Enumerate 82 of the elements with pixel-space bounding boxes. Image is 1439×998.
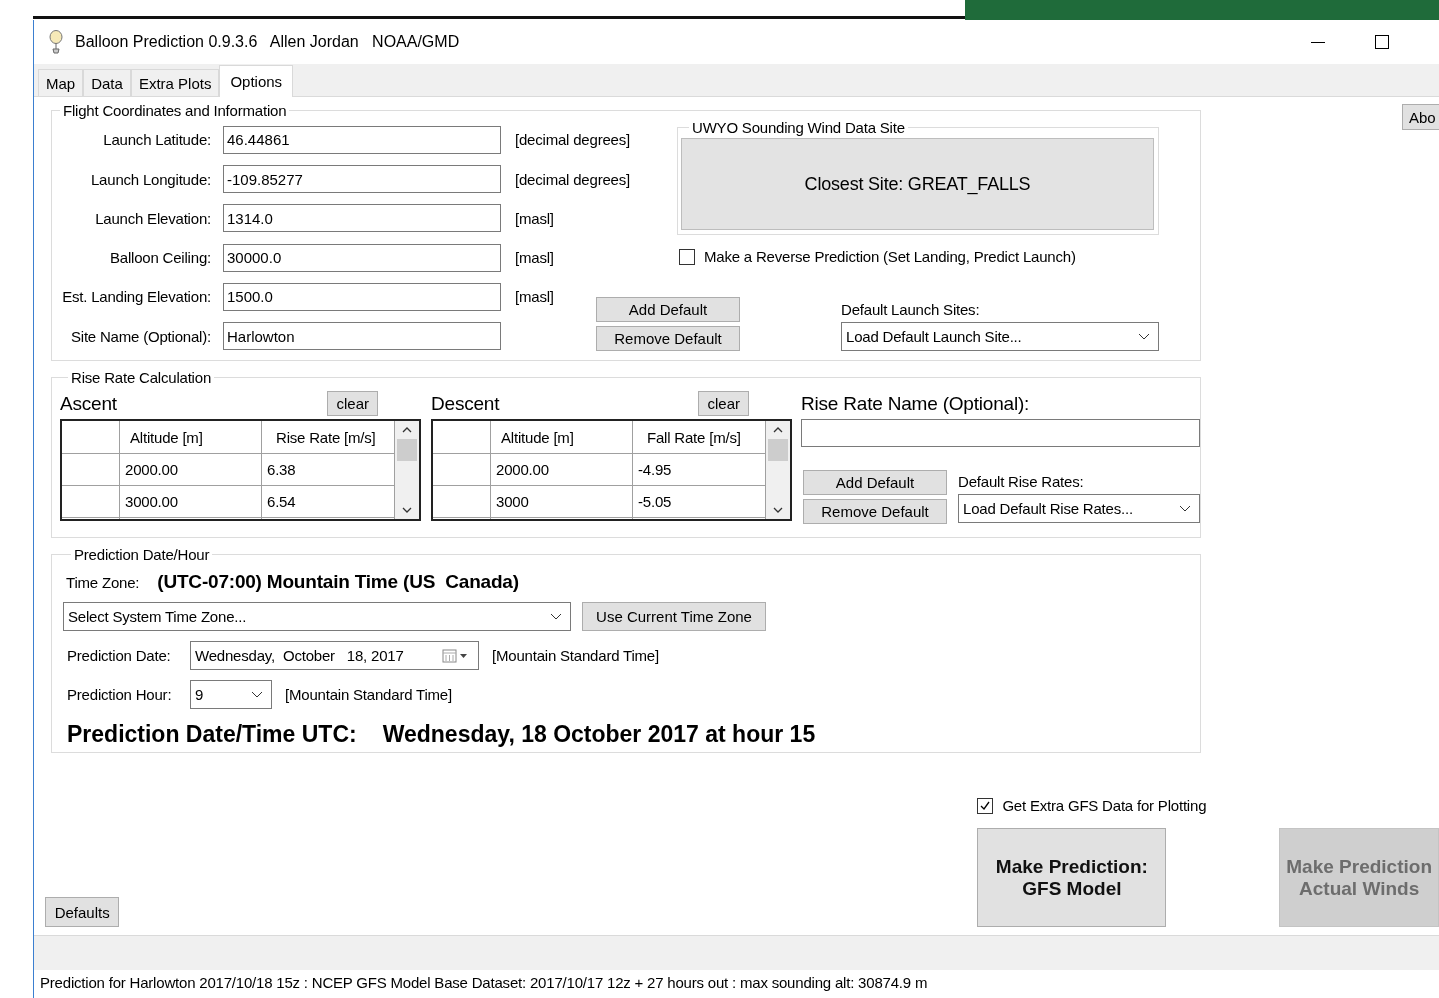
chevron-down-icon[interactable] [402,507,412,514]
maximize-icon[interactable] [1375,35,1389,49]
calendar-icon[interactable] [442,648,470,663]
column-header[interactable]: Altitude [m] [120,421,262,453]
table-cell[interactable]: 2000.00 [491,454,633,485]
field-label: Balloon Ceiling: [108,249,212,267]
status-text: Prediction for Harlowton 2017/10/18 15z : NCEP GFS Model Base Dataset: 2017/10/17 12z + 27 hours out : max sounding alt: 30874.9 m [39,973,929,992]
clear-button[interactable]: clear [327,391,378,416]
closest-site-label: Closest Site: GREAT_FALLS [681,138,1154,230]
table-title: Ascent [60,392,117,415]
dropdown[interactable]: Load Default Launch Site... [841,322,1159,351]
field-label: Prediction Date: [67,647,172,664]
field-label: Launch Longitude: [89,170,212,188]
use-current-time-zone-button[interactable]: Use Current Time Zone [582,602,766,631]
unit-label: [decimal degrees] [514,131,631,149]
tab[interactable]: Options [219,65,294,97]
dropdown[interactable]: 9 [190,680,272,709]
chevron-down-icon [550,612,562,621]
add-default-button[interactable]: Add Default [803,470,947,495]
remove-default-button[interactable]: Remove Default [803,499,947,524]
make-prediction-button[interactable]: Make Prediction: GFS Model [977,828,1167,927]
about-button[interactable]: Abo [1402,104,1439,130]
tab[interactable]: Data [83,69,131,96]
unit-label: [masl] [514,249,555,267]
scroll-thumb[interactable] [768,439,788,461]
chevron-down-icon [251,690,263,699]
input-field[interactable]: 1500.0 [223,282,501,311]
date-picker[interactable]: Wednesday, October 18, 2017 [190,641,479,670]
table-cell[interactable]: 3000.00 [120,486,262,517]
scroll-thumb[interactable] [397,439,417,461]
utc-label: Prediction Date/Time UTC: [67,721,357,748]
clear-button[interactable]: clear [698,391,749,416]
window-title: Balloon Prediction 0.9.3.6 Allen Jordan NOAA/GMD [75,33,460,51]
unit-label: [decimal degrees] [514,170,631,188]
table-cell[interactable]: 3000 [491,486,633,517]
time-zone-value: (UTC-07:00) Mountain Time (US Canada) [157,571,519,593]
checkbox-label: Get Extra GFS Data for Plotting [1002,797,1207,814]
input-field[interactable] [801,419,1200,447]
field-label: Rise Rate Name (Optional): [801,392,1030,415]
group-title: Prediction Date/Hour [73,546,211,563]
chevron-down-icon [1138,332,1150,341]
input-field[interactable]: 46.44861 [223,125,501,154]
chevron-down-icon[interactable] [773,507,783,514]
field-label: Site Name (Optional): [69,327,212,345]
dropdown[interactable]: Select System Time Zone... [63,602,571,631]
field-label: Prediction Hour: [67,686,173,703]
dropdown[interactable]: Load Default Rise Rates... [958,494,1200,523]
field-label: Time Zone: [66,574,140,591]
chevron-down-icon [1179,504,1191,513]
dropdown-label: Default Rise Rates: [958,473,1085,490]
scrollbar[interactable] [395,421,419,519]
checkbox[interactable] [977,797,994,814]
chevron-up-icon[interactable] [773,426,783,433]
utc-value: Wednesday, 18 October 2017 at hour 15 [382,721,816,748]
add-default-button[interactable]: Add Default [596,297,740,322]
field-label: Est. Landing Elevation: [61,288,212,306]
group-title: Rise Rate Calculation [70,369,213,386]
unit-label: [masl] [514,288,555,306]
table-title: Descent [431,392,500,415]
scrollbar[interactable] [766,421,790,519]
unit-label: [Mountain Standard Time] [285,686,452,703]
input-field[interactable]: 1314.0 [223,204,501,233]
remove-default-button[interactable]: Remove Default [596,326,740,351]
chevron-up-icon[interactable] [402,426,412,433]
unit-label: [masl] [514,209,555,227]
dropdown-label: Default Launch Sites: [841,301,981,318]
group-title: Flight Coordinates and Information [62,102,288,119]
balloon-icon [49,30,63,54]
group-title: UWYO Sounding Wind Data Site [691,119,906,136]
input-field[interactable]: -109.85277 [223,165,501,194]
checkbox-label: Make a Reverse Prediction (Set Landing, Predict Launch) [704,248,1076,265]
tab[interactable]: Map [38,69,84,96]
unit-label: [Mountain Standard Time] [492,647,659,664]
checkbox[interactable] [679,248,695,265]
column-header[interactable]: Altitude [m] [491,421,633,453]
tab[interactable]: Extra Plots [130,69,220,96]
input-field[interactable]: 30000.0 [223,243,501,272]
table-cell[interactable]: 2000.00 [120,454,262,485]
field-label: Launch Elevation: [94,209,212,227]
defaults-button[interactable]: Defaults [45,897,120,927]
field-label: Launch Latitude: [102,131,212,149]
input-field[interactable]: Harlowton [223,322,501,351]
